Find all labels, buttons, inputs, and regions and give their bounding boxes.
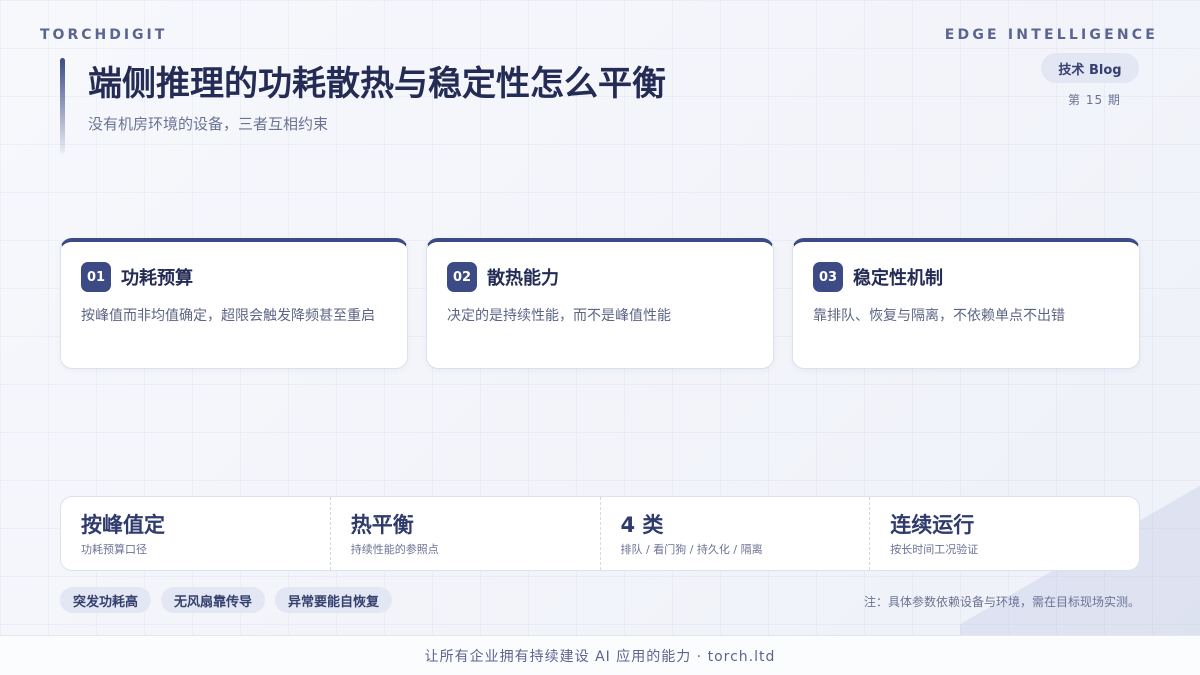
card-power-budget: 01 功耗预算 按峰值而非均值确定，超限会触发降频甚至重启 xyxy=(60,238,408,369)
card-number-badge: 02 xyxy=(447,262,477,292)
stat-label: 持续性能的参照点 xyxy=(350,543,439,556)
stat-mechanism-types: 4 类 排队 / 看门狗 / 持久化 / 隔离 xyxy=(599,497,870,570)
card-header: 03 稳定性机制 xyxy=(813,262,1119,292)
page-title: 端侧推理的功耗散热与稳定性怎么平衡 xyxy=(88,64,666,104)
chip-fanless-conduction: 无风扇靠传导 xyxy=(161,587,266,613)
stat-label: 功耗预算口径 xyxy=(81,543,147,556)
chip-burst-power: 突发功耗高 xyxy=(60,587,152,613)
card-header: 02 散热能力 xyxy=(447,262,753,292)
stat-value: 4 类 xyxy=(620,513,664,537)
stat-label: 排队 / 看门狗 / 持久化 / 隔离 xyxy=(620,543,763,556)
stat-value: 按峰值定 xyxy=(81,513,165,537)
page-subtitle: 没有机房环境的设备，三者互相约束 xyxy=(88,115,329,133)
card-title: 稳定性机制 xyxy=(853,268,943,289)
footnote: 注：具体参数依赖设备与环境，需在目标现场实测。 xyxy=(863,595,1140,609)
issue-number: 第 15 期 xyxy=(1068,93,1121,107)
card-thermal-capacity: 02 散热能力 决定的是持续性能，而不是峰值性能 xyxy=(426,238,774,369)
card-stability-mechanism: 03 稳定性机制 靠排队、恢复与隔离，不依赖单点不出错 xyxy=(792,238,1140,369)
stat-continuous-run: 连续运行 按长时间工况验证 xyxy=(869,497,1139,570)
card-header: 01 功耗预算 xyxy=(81,262,387,292)
keyword-chips: 突发功耗高 无风扇靠传导 异常要能自恢复 xyxy=(60,587,393,613)
card-description: 按峰值而非均值确定，超限会触发降频甚至重启 xyxy=(81,308,375,324)
card-title: 散热能力 xyxy=(487,268,559,289)
footer-slogan: 让所有企业拥有持续建设 AI 应用的能力 · torch.ltd xyxy=(0,635,1200,675)
chip-self-recovery: 异常要能自恢复 xyxy=(275,587,393,613)
card-number-badge: 01 xyxy=(81,262,111,292)
stat-value: 连续运行 xyxy=(890,513,975,537)
stat-thermal-balance: 热平衡 持续性能的参照点 xyxy=(329,497,600,570)
tech-blog-tag: 技术 Blog xyxy=(1041,53,1139,83)
brand-name: TORCHDIGIT xyxy=(40,27,168,43)
card-number-badge: 03 xyxy=(813,262,843,292)
card-description: 靠排队、恢复与隔离，不依赖单点不出错 xyxy=(813,308,1065,324)
stats-strip: 按峰值定 功耗预算口径 热平衡 持续性能的参照点 4 类 排队 / 看门狗 / … xyxy=(60,496,1140,571)
title-accent-bar xyxy=(60,58,65,154)
edge-label: EDGE INTELLIGENCE xyxy=(944,27,1158,43)
card-description: 决定的是持续性能，而不是峰值性能 xyxy=(447,308,671,324)
stat-value: 热平衡 xyxy=(350,513,414,537)
stat-label: 按长时间工况验证 xyxy=(890,543,979,556)
card-title: 功耗预算 xyxy=(121,268,193,289)
stat-power-basis: 按峰值定 功耗预算口径 xyxy=(61,497,330,570)
